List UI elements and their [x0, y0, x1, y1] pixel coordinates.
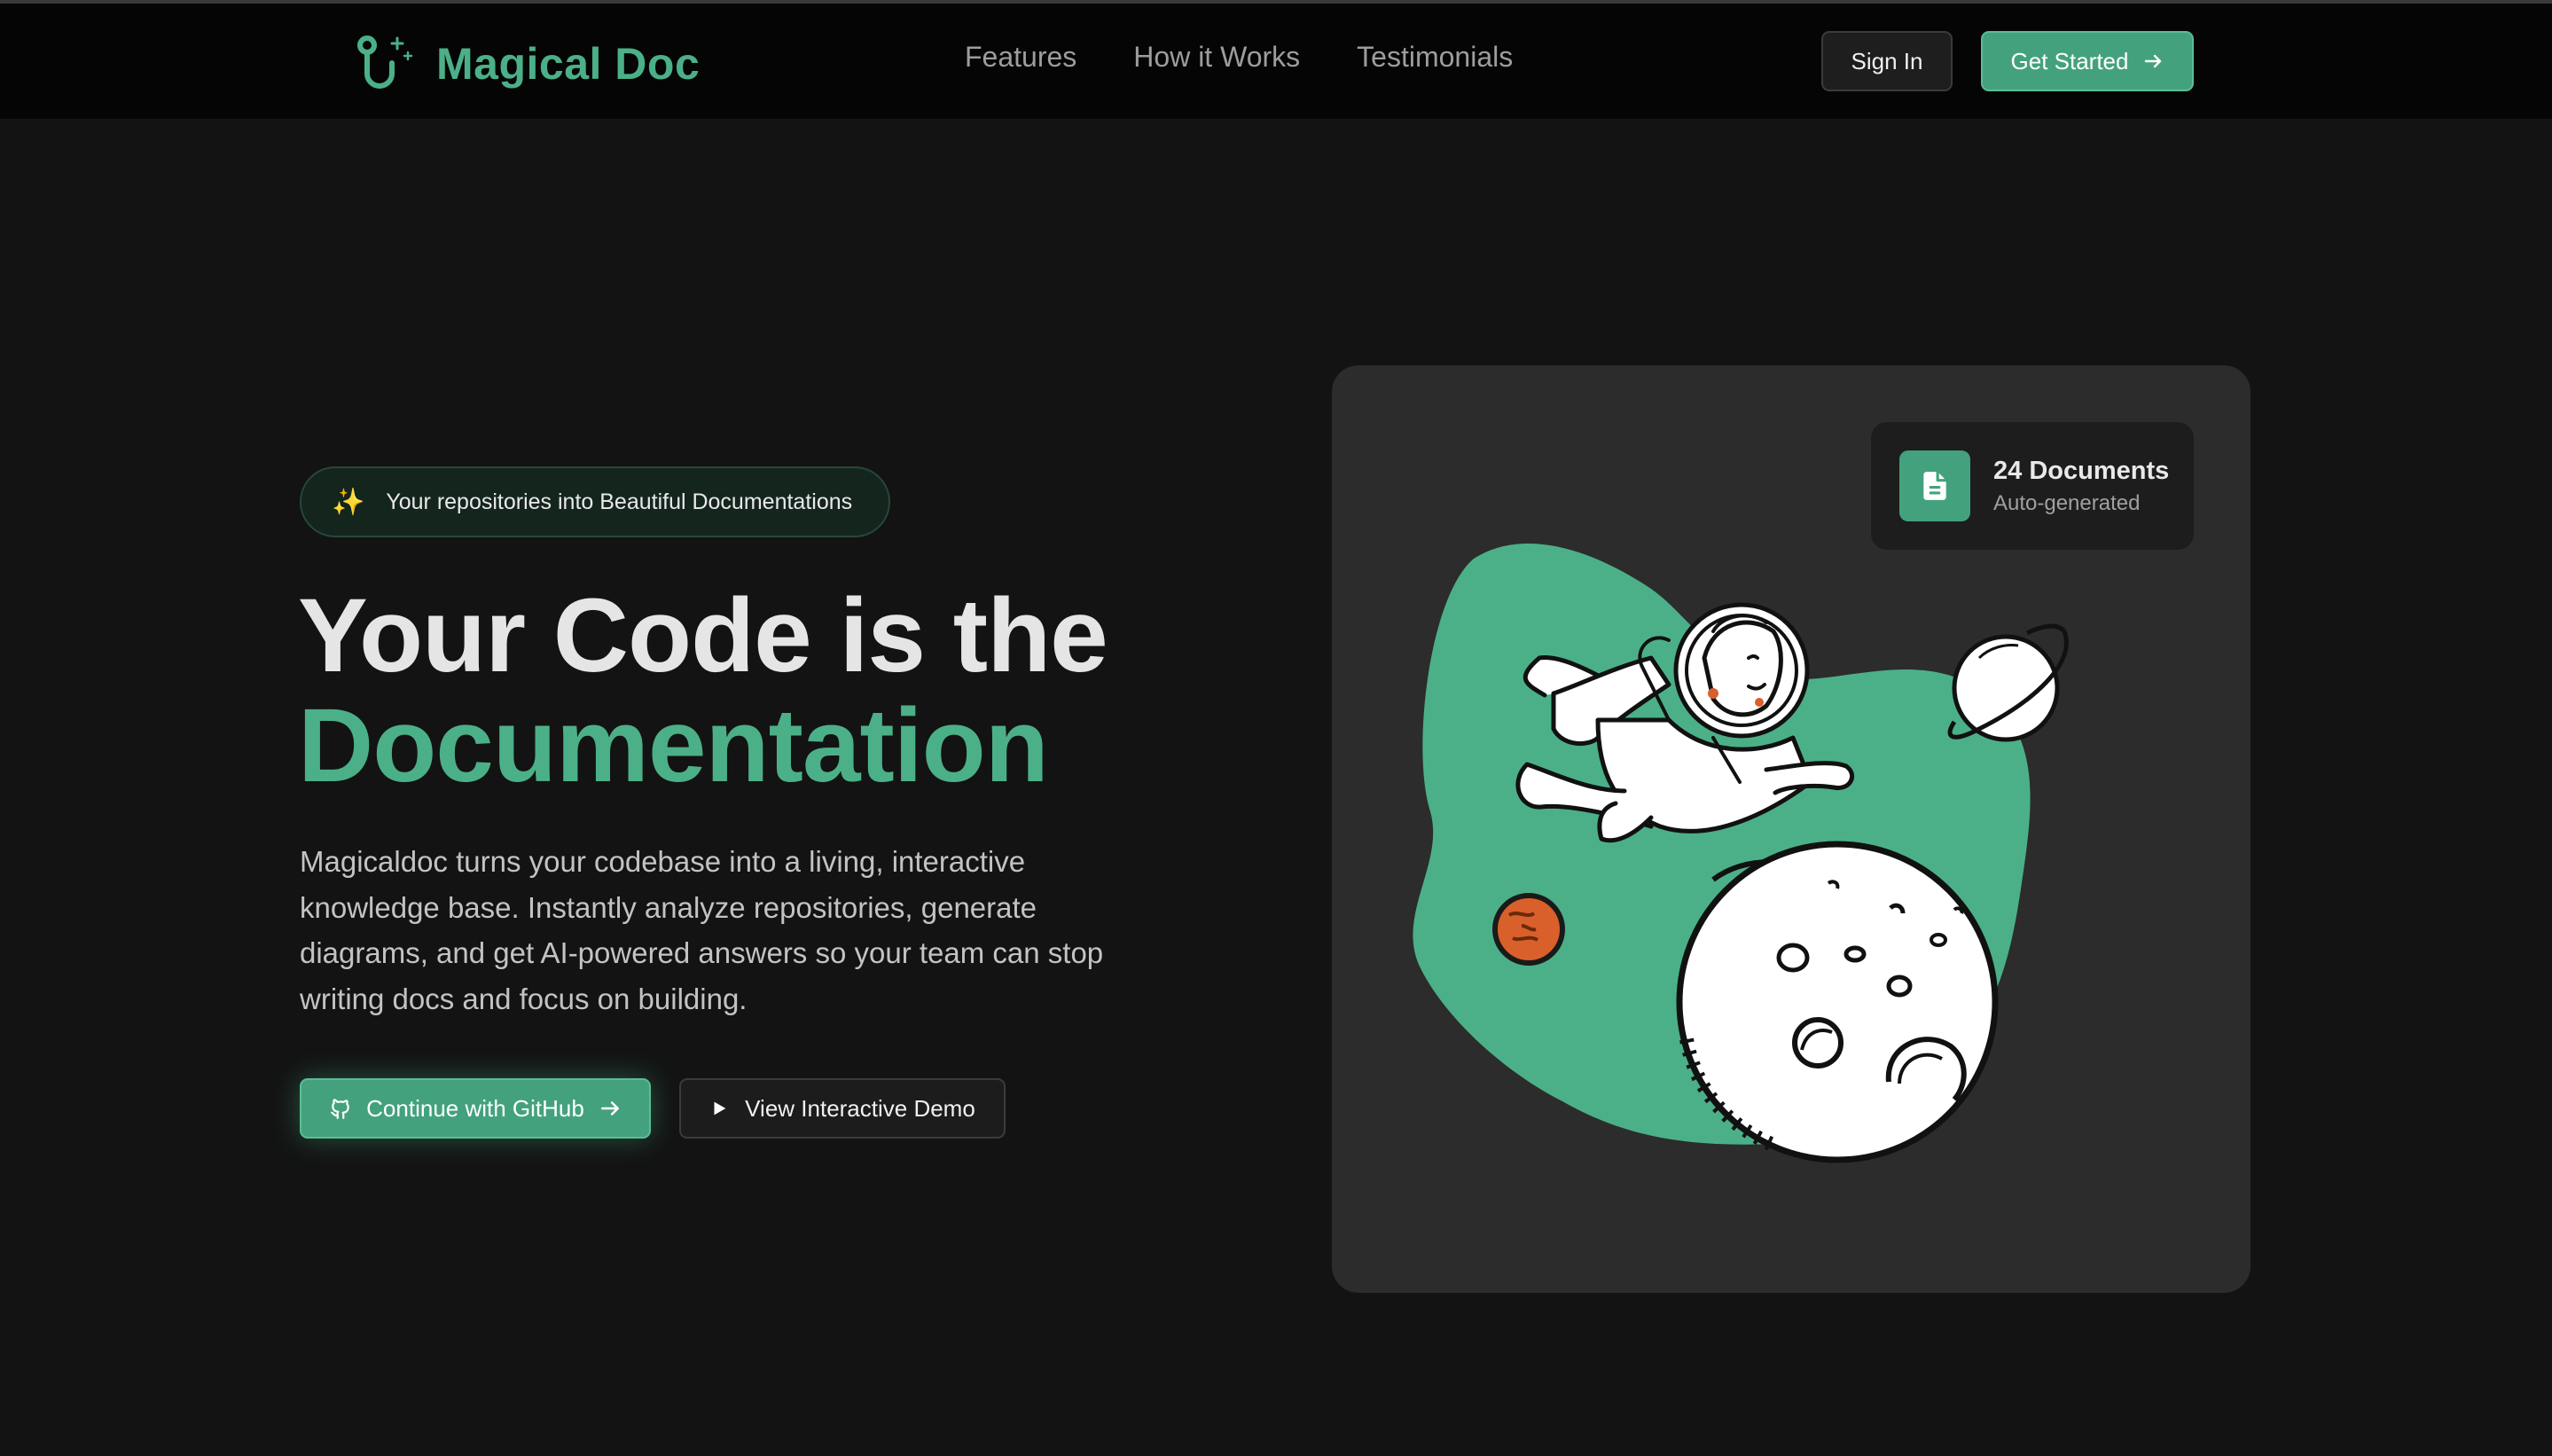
headline-line-1: Your Code is the [298, 577, 1108, 694]
documents-stat-card: 24 Documents Auto-generated [1871, 422, 2194, 550]
sparkles-icon: ✨ [332, 487, 365, 517]
nav-testimonials[interactable]: Testimonials [1357, 41, 1513, 74]
continue-with-github-label: Continue with GitHub [366, 1094, 584, 1122]
brand-name: Magical Doc [436, 39, 701, 89]
sign-in-label: Sign In [1851, 47, 1923, 74]
hero-headline: Your Code is the Documentation [298, 581, 1108, 801]
document-icon [1899, 450, 1970, 521]
documents-stat-text: 24 Documents Auto-generated [1993, 457, 2169, 516]
get-started-label: Get Started [2010, 47, 2129, 74]
sign-in-button[interactable]: Sign In [1821, 31, 1953, 91]
documents-count: 24 Documents [1993, 456, 2170, 485]
hero-badge: ✨ Your repositories into Beautiful Docum… [300, 466, 890, 537]
github-icon [331, 1099, 349, 1119]
orange-planet-icon [1492, 893, 1565, 966]
documents-subtitle: Auto-generated [1993, 490, 2141, 515]
hero-badge-text: Your repositories into Beautiful Documen… [386, 489, 853, 514]
hero-description: Magicaldoc turns your codebase into a li… [300, 845, 1104, 1015]
main-nav: Features How it Works Testimonials [965, 41, 1513, 74]
brand-logo[interactable]: Magical Doc [355, 30, 700, 98]
play-icon [714, 1101, 726, 1115]
saturn-icon [1947, 623, 2069, 742]
arrow-right-icon [2145, 54, 2162, 68]
site-header: Magical Doc Features How it Works Testim… [0, 4, 2552, 119]
view-demo-label: View Interactive Demo [745, 1094, 975, 1122]
arrow-right-icon [600, 1101, 619, 1115]
nav-features[interactable]: Features [965, 41, 1076, 74]
git-branch-sparkle-icon [357, 35, 413, 89]
view-demo-button[interactable]: View Interactive Demo [679, 1078, 1006, 1139]
continue-with-github-button[interactable]: Continue with GitHub [300, 1078, 651, 1139]
nav-how-it-works[interactable]: How it Works [1133, 41, 1300, 74]
get-started-button[interactable]: Get Started [1981, 31, 2194, 91]
headline-line-2: Documentation [298, 687, 1049, 804]
moon-icon [1676, 841, 1999, 1163]
